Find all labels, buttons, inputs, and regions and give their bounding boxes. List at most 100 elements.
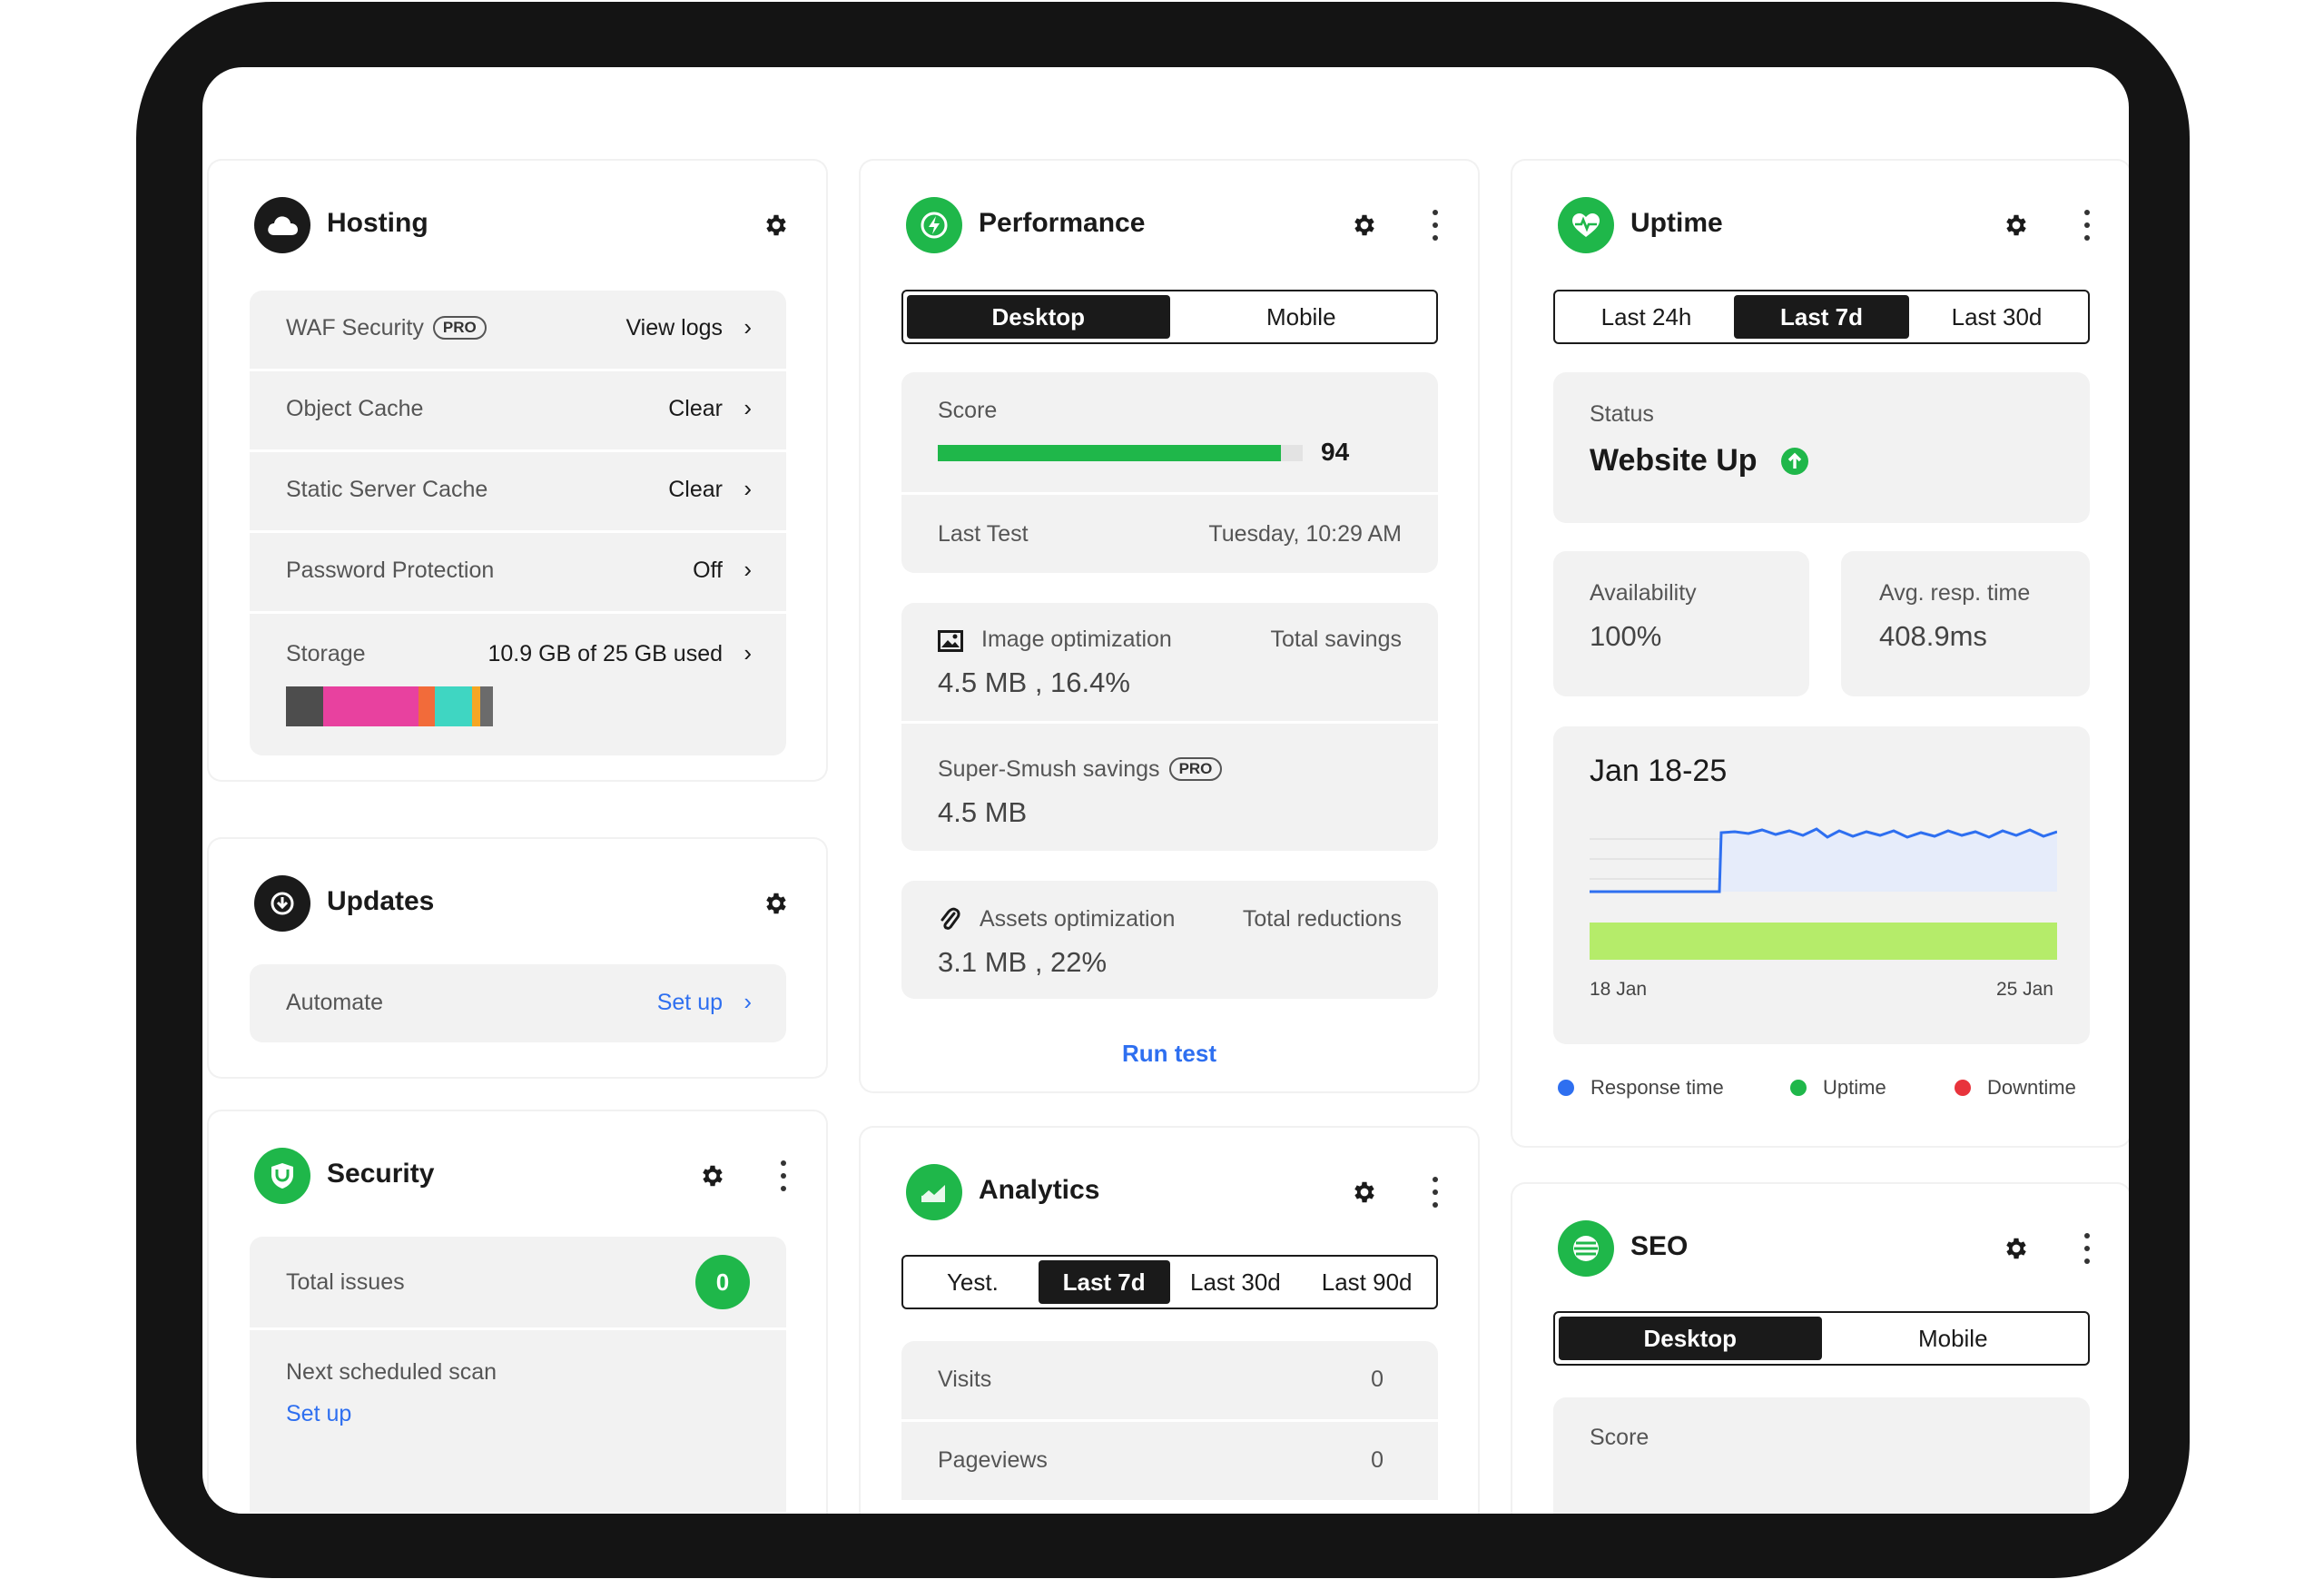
hosting-header: Hosting — [254, 197, 790, 255]
tab-yesterday[interactable]: Yest. — [907, 1260, 1039, 1304]
tab-desktop[interactable]: Desktop — [1559, 1317, 1822, 1360]
waf-security-label: WAF Security — [286, 315, 424, 340]
seo-header: SEO — [1558, 1220, 2093, 1278]
heartbeat-icon — [1558, 197, 1614, 253]
seo-device-toggle: Desktop Mobile — [1553, 1311, 2090, 1366]
seo-title: SEO — [1630, 1231, 1689, 1261]
seo-card: SEO Desktop Mobile Score — [1512, 1184, 2129, 1514]
performance-more-icon[interactable] — [1431, 210, 1440, 241]
password-protection-row[interactable]: Password Protection Off › — [250, 533, 786, 611]
legend-downtime: Downtime — [1955, 1076, 2076, 1100]
seo-gear-icon[interactable] — [2003, 1235, 2030, 1262]
legend-dot-icon — [1558, 1080, 1574, 1096]
availability-tile: Availability 100% — [1553, 551, 1809, 696]
availability-value: 100% — [1590, 620, 1662, 652]
storage-label: Storage — [286, 641, 366, 666]
shield-icon — [254, 1148, 310, 1204]
next-scan-row: Next scheduled scan Set up — [250, 1330, 786, 1512]
hosting-title: Hosting — [327, 208, 428, 238]
object-cache-row[interactable]: Object Cache Clear › — [250, 371, 786, 449]
visits-row: Visits 0 — [901, 1341, 1438, 1419]
uptime-more-icon[interactable] — [2083, 210, 2092, 241]
image-optimization-tile: Image optimization Total savings 4.5 MB … — [901, 603, 1438, 721]
total-reductions-label: Total reductions — [1242, 906, 1402, 932]
super-smush-label: Super-Smush savings — [938, 756, 1160, 782]
legend-uptime: Uptime — [1790, 1076, 1886, 1100]
tab-desktop[interactable]: Desktop — [907, 295, 1170, 339]
updates-card: Updates Automate Set up › — [209, 839, 826, 1077]
tab-last-30d[interactable]: Last 30d — [1909, 295, 2084, 339]
password-protection-value[interactable]: Off — [693, 558, 723, 584]
analytics-more-icon[interactable] — [1431, 1177, 1440, 1208]
total-issues-label: Total issues — [286, 1269, 405, 1295]
automate-row[interactable]: Automate Set up › — [250, 964, 786, 1042]
seo-icon — [1558, 1220, 1614, 1277]
total-issues-row[interactable]: Total issues 0 — [250, 1237, 786, 1327]
storage-segment — [435, 686, 473, 726]
performance-title: Performance — [979, 208, 1146, 238]
assets-optimization-label: Assets optimization — [980, 906, 1176, 932]
security-header: Security — [254, 1148, 790, 1206]
performance-header: Performance — [906, 197, 1442, 255]
static-cache-row[interactable]: Static Server Cache Clear › — [250, 452, 786, 530]
availability-label: Availability — [1590, 580, 1697, 606]
analytics-header: Analytics — [906, 1164, 1442, 1222]
tab-last-7d[interactable]: Last 7d — [1734, 295, 1909, 339]
tab-last-7d[interactable]: Last 7d — [1038, 1260, 1170, 1304]
arrow-up-circle-icon — [1781, 448, 1808, 475]
score-label: Score — [938, 398, 998, 423]
seo-score-label: Score — [1590, 1425, 1649, 1450]
last-test-label: Last Test — [938, 521, 1029, 547]
x-axis-start-label: 18 Jan — [1590, 979, 1648, 1000]
static-cache-label: Static Server Cache — [286, 477, 488, 502]
storage-usage-value: 10.9 GB of 25 GB used — [487, 641, 724, 666]
password-protection-label: Password Protection — [286, 558, 495, 583]
pageviews-label: Pageviews — [938, 1447, 1048, 1473]
waf-security-row[interactable]: WAF Security PRO View logs › — [250, 291, 786, 369]
uptime-gear-icon[interactable] — [2003, 212, 2030, 239]
pro-badge: PRO — [432, 316, 487, 340]
visits-label: Visits — [938, 1367, 992, 1392]
legend-response-time: Response time — [1558, 1076, 1724, 1100]
run-test-button[interactable]: Run test — [861, 1040, 1478, 1068]
seo-more-icon[interactable] — [2083, 1233, 2092, 1264]
analytics-chart-icon — [906, 1164, 962, 1220]
automate-setup-link[interactable]: Set up — [657, 990, 723, 1016]
tab-last-24h[interactable]: Last 24h — [1559, 295, 1734, 339]
analytics-title: Analytics — [979, 1175, 1100, 1205]
tab-last-30d[interactable]: Last 30d — [1170, 1260, 1302, 1304]
next-scan-label: Next scheduled scan — [286, 1359, 497, 1385]
chevron-right-icon: › — [743, 556, 752, 583]
security-more-icon[interactable] — [779, 1160, 788, 1191]
storage-segment — [418, 686, 436, 726]
analytics-gear-icon[interactable] — [1351, 1179, 1378, 1206]
paperclip-icon — [940, 907, 960, 930]
tab-mobile[interactable]: Mobile — [1822, 1317, 2085, 1360]
view-logs-link[interactable]: View logs — [625, 315, 723, 341]
chevron-right-icon: › — [743, 313, 752, 340]
status-label: Status — [1590, 401, 1654, 427]
super-smush-value: 4.5 MB — [938, 796, 1028, 828]
updates-gear-icon[interactable] — [763, 890, 790, 917]
legend-dot-icon — [1955, 1080, 1971, 1096]
download-icon — [254, 875, 310, 932]
analytics-range-toggle: Yest. Last 7d Last 30d Last 90d — [901, 1255, 1438, 1309]
security-gear-icon[interactable] — [699, 1162, 726, 1189]
performance-gear-icon[interactable] — [1351, 212, 1378, 239]
visits-value: 0 — [1371, 1367, 1384, 1392]
x-axis-end-label: 25 Jan — [1995, 979, 2053, 1000]
tab-last-90d[interactable]: Last 90d — [1301, 1260, 1433, 1304]
object-cache-clear-button[interactable]: Clear — [668, 396, 723, 422]
super-smush-tile: Super-Smush savings PRO 4.5 MB — [901, 724, 1438, 851]
chevron-right-icon: › — [743, 639, 752, 666]
next-scan-setup-link[interactable]: Set up — [286, 1401, 351, 1427]
hosting-gear-icon[interactable] — [763, 212, 790, 239]
score-value: 94 — [1321, 438, 1350, 466]
storage-row[interactable]: Storage 10.9 GB of 25 GB used › — [250, 614, 786, 755]
dashboard-screen: Hosting WAF Security PRO View logs › Obje… — [202, 67, 2129, 1514]
last-test-tile: Last Test Tuesday, 10:29 AM — [901, 495, 1438, 573]
uptime-chart-tile: Jan 18-25 18 Jan 25 Jan — [1553, 726, 2090, 1044]
static-cache-clear-button[interactable]: Clear — [668, 477, 723, 503]
uptime-title: Uptime — [1630, 208, 1723, 238]
tab-mobile[interactable]: Mobile — [1170, 295, 1433, 339]
